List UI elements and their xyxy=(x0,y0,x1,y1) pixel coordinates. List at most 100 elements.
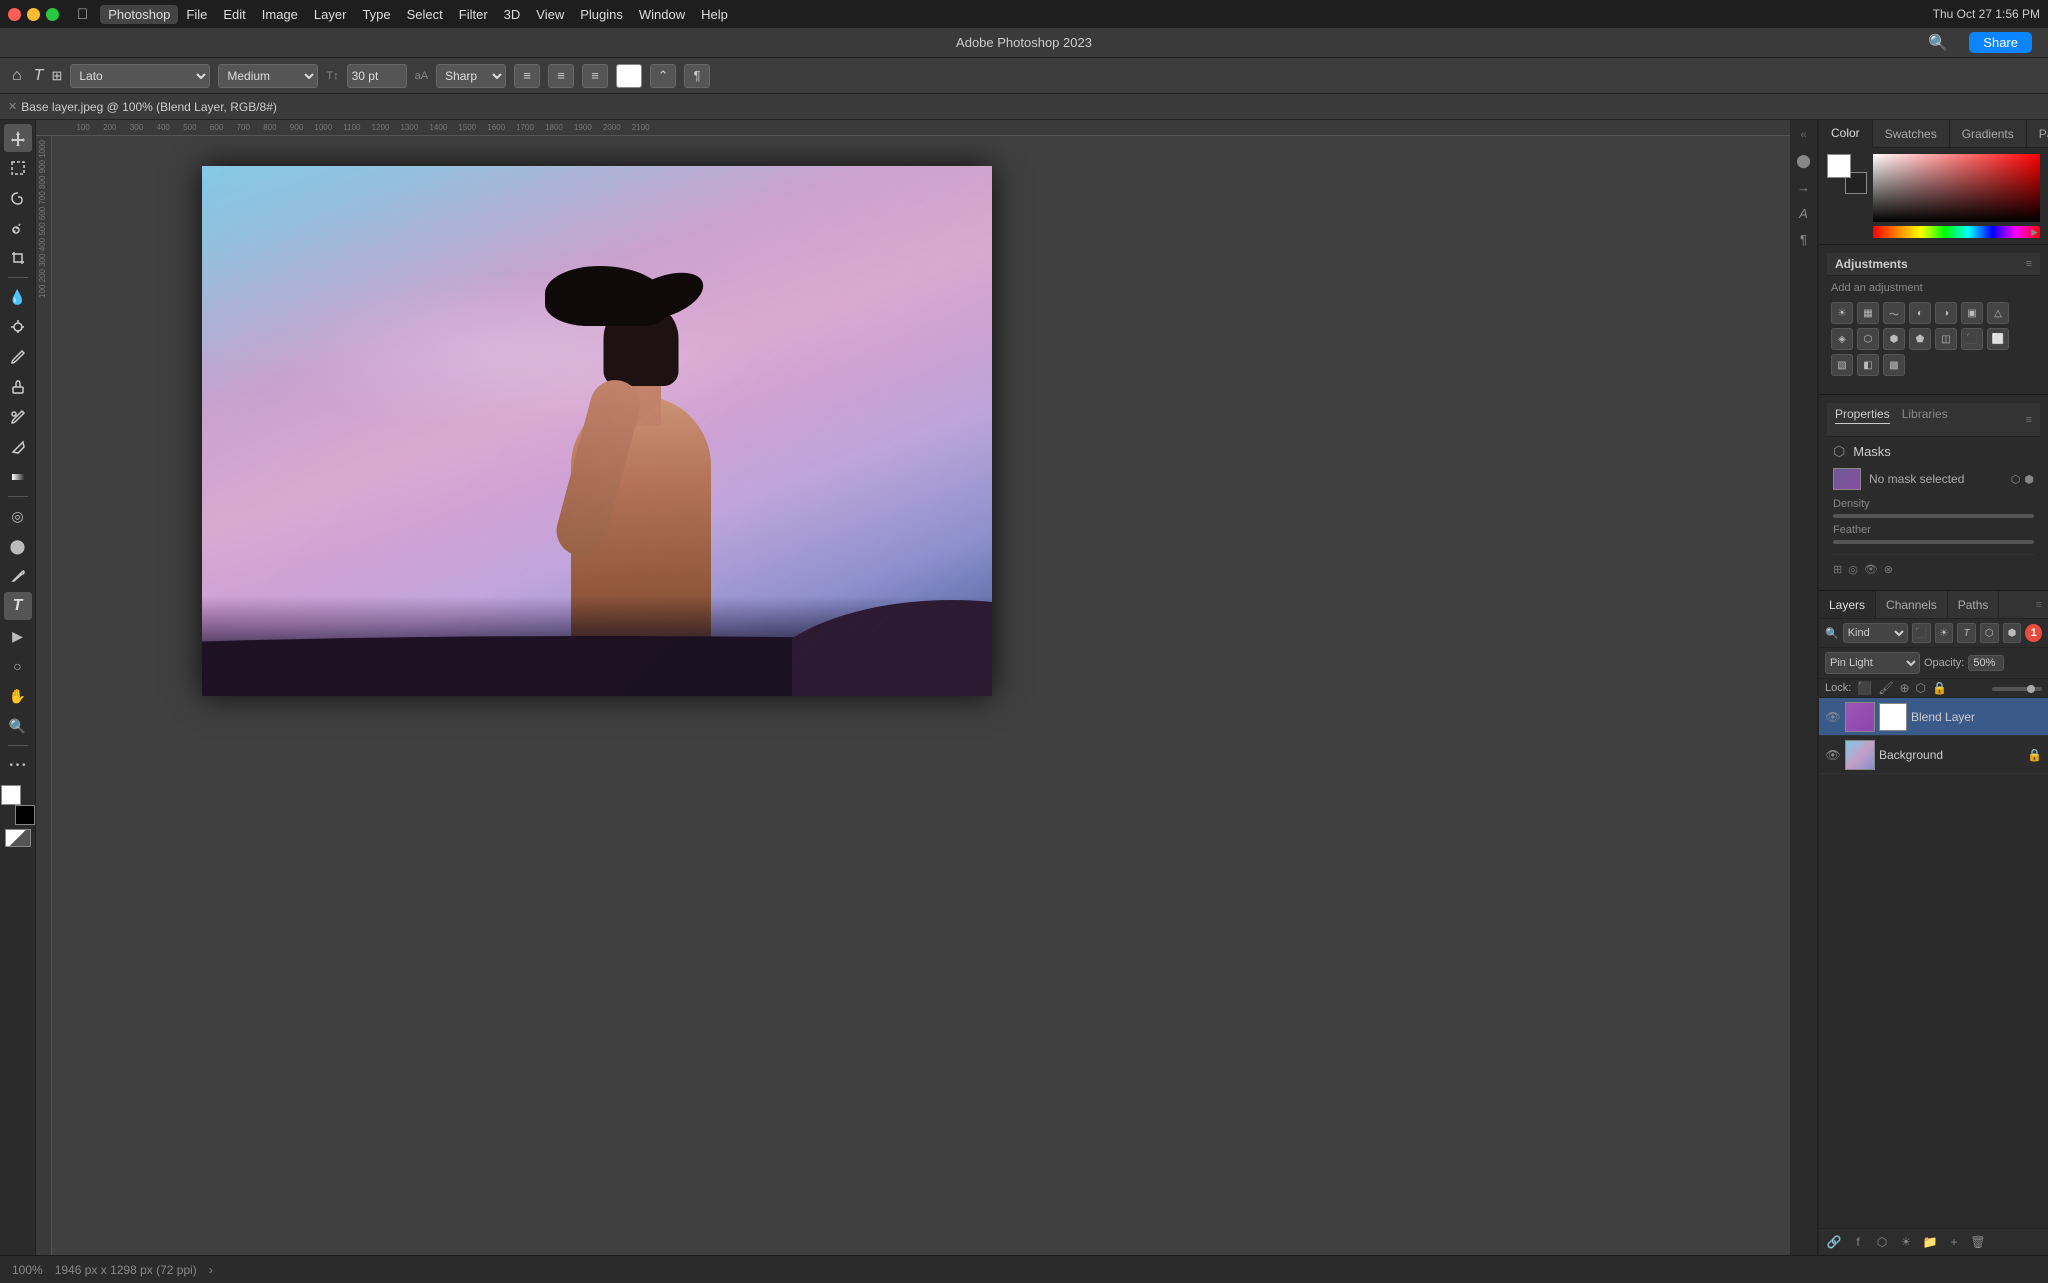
delete-layer-icon[interactable]: 🗑 xyxy=(1969,1233,1987,1251)
panel-vert-icon-4[interactable]: ¶ xyxy=(1793,228,1815,250)
hue-slider[interactable]: ▶ xyxy=(1873,226,2040,238)
layers-options-icon[interactable]: ≡ xyxy=(2030,591,2048,618)
healing-brush-tool[interactable] xyxy=(4,313,32,341)
new-adjustment-icon[interactable]: ☀ xyxy=(1897,1233,1915,1251)
antialiasing-select[interactable]: Sharp xyxy=(436,64,506,88)
tab-gradients[interactable]: Gradients xyxy=(1950,120,2027,147)
new-layer-icon[interactable]: + xyxy=(1945,1233,1963,1251)
tab-layers[interactable]: Layers xyxy=(1819,591,1876,618)
adj-photo-filter[interactable]: ⬡ xyxy=(1857,328,1879,350)
menu-3d[interactable]: 3D xyxy=(496,5,529,24)
tab-swatches[interactable]: Swatches xyxy=(1873,120,1950,147)
status-arrow[interactable]: › xyxy=(209,1263,213,1277)
menu-plugins[interactable]: Plugins xyxy=(572,5,631,24)
search-icon[interactable]: 🔍 xyxy=(1928,33,1948,53)
eraser-tool[interactable] xyxy=(4,433,32,461)
tab-patterns[interactable]: Patterns xyxy=(2027,120,2048,147)
layer-visibility-background[interactable]: 👁 xyxy=(1825,747,1841,763)
panel-collapse-icon[interactable]: « xyxy=(1793,124,1815,146)
color-picker[interactable] xyxy=(1873,154,2040,222)
adj-selective-color[interactable]: ◧ xyxy=(1857,354,1879,376)
type-options-icon[interactable]: ⊞ xyxy=(51,68,62,84)
font-size-input[interactable] xyxy=(347,64,407,88)
menu-view[interactable]: View xyxy=(528,5,572,24)
font-weight-select[interactable]: Medium xyxy=(218,64,318,88)
home-icon[interactable]: ⌂ xyxy=(8,65,26,87)
tab-close-button[interactable]: ✕ xyxy=(8,100,17,113)
adj-gradient-map[interactable]: ▧ xyxy=(1831,354,1853,376)
text-color-swatch[interactable] xyxy=(616,64,642,88)
prop-icon-4[interactable]: ⊗ xyxy=(1884,563,1893,576)
type-tool-icon[interactable]: T xyxy=(34,67,44,85)
menu-type[interactable]: Type xyxy=(354,5,398,24)
fg-color-swatch[interactable] xyxy=(1827,154,1851,178)
adj-color-lookup[interactable]: ⬟ xyxy=(1909,328,1931,350)
zoom-tool[interactable]: 🔍 xyxy=(4,712,32,740)
prop-icon-3[interactable]: 👁 xyxy=(1864,563,1878,576)
adj-curves[interactable]: 〜 xyxy=(1883,302,1905,324)
menu-help[interactable]: Help xyxy=(693,5,736,24)
hand-tool[interactable]: ✋ xyxy=(4,682,32,710)
layers-filter-smartobj[interactable]: ⬢ xyxy=(2003,623,2022,643)
pen-tool[interactable] xyxy=(4,562,32,590)
layer-item-background[interactable]: 👁 Background 🔒 xyxy=(1819,736,2048,774)
adj-hue[interactable]: ▣ xyxy=(1961,302,1983,324)
marquee-tool[interactable] xyxy=(4,154,32,182)
path-selection-tool[interactable]: ▶ xyxy=(4,622,32,650)
lasso-tool[interactable] xyxy=(4,184,32,212)
shape-tool[interactable]: ○ xyxy=(4,652,32,680)
adj-threshold[interactable]: ⬜ xyxy=(1987,328,2009,350)
opacity-input[interactable] xyxy=(1968,655,2004,671)
menu-image[interactable]: Image xyxy=(254,5,306,24)
layer-effects-icon[interactable]: f xyxy=(1849,1233,1867,1251)
panel-vert-icon-3[interactable]: A xyxy=(1793,202,1815,224)
layers-filter-select[interactable]: Kind xyxy=(1843,623,1908,643)
adj-color-balance[interactable]: △ xyxy=(1987,302,2009,324)
layer-item-blend[interactable]: 👁 Blend Layer xyxy=(1819,698,2048,736)
add-vector-mask-icon[interactable]: ⬢ xyxy=(2024,473,2034,486)
add-mask-icon[interactable]: ⬡ xyxy=(1873,1233,1891,1251)
minimize-button[interactable] xyxy=(27,8,40,21)
extra-tools[interactable]: • • • xyxy=(4,751,32,779)
menu-edit[interactable]: Edit xyxy=(215,5,253,24)
adj-channel-mixer[interactable]: ⬢ xyxy=(1883,328,1905,350)
new-group-icon[interactable]: 📁 xyxy=(1921,1233,1939,1251)
dodge-tool[interactable]: ⬤ xyxy=(4,532,32,560)
adj-bw[interactable]: ◈ xyxy=(1831,328,1853,350)
font-family-select[interactable]: Lato xyxy=(70,64,210,88)
fill-bar[interactable] xyxy=(1992,687,2042,691)
menu-layer[interactable]: Layer xyxy=(306,5,355,24)
blend-mode-select[interactable]: Pin Light xyxy=(1825,652,1920,674)
history-brush-tool[interactable] xyxy=(4,403,32,431)
prop-icon-2[interactable]: ◎ xyxy=(1848,563,1858,576)
background-color-swatch[interactable] xyxy=(15,805,35,825)
char-paragraph-panel-button[interactable]: ¶ xyxy=(684,64,710,88)
prop-icon-1[interactable]: ⊞ xyxy=(1833,563,1842,576)
layers-filter-adjustment[interactable]: ☀ xyxy=(1935,623,1954,643)
adjustments-options-icon[interactable]: ≡ xyxy=(2026,258,2032,270)
layers-filter-type[interactable]: T xyxy=(1957,623,1976,643)
tab-paths[interactable]: Paths xyxy=(1948,591,2000,618)
adj-posterize[interactable]: ⬛ xyxy=(1961,328,1983,350)
document-tab[interactable]: Base layer.jpeg @ 100% (Blend Layer, RGB… xyxy=(21,100,277,114)
close-button[interactable] xyxy=(8,8,21,21)
menu-file[interactable]: File xyxy=(178,5,215,24)
tab-channels[interactable]: Channels xyxy=(1876,591,1948,618)
panel-vert-icon-2[interactable]: → xyxy=(1793,176,1815,198)
foreground-color-swatch[interactable] xyxy=(1,785,21,805)
share-button[interactable]: Share xyxy=(1969,32,2032,53)
blur-tool[interactable]: ◎ xyxy=(4,502,32,530)
adj-exposure[interactable]: ◐ xyxy=(1909,302,1931,324)
tab-color[interactable]: Color xyxy=(1819,120,1873,148)
adj-brightness[interactable]: ☀ xyxy=(1831,302,1853,324)
eyedropper-tool[interactable]: 💧 xyxy=(4,283,32,311)
layers-filter-pixel[interactable]: ⬛ xyxy=(1912,623,1931,643)
quick-mask-button[interactable] xyxy=(5,829,31,847)
adj-levels[interactable]: ▦ xyxy=(1857,302,1879,324)
lock-transparent-pixels[interactable]: ⬛ xyxy=(1857,681,1872,695)
lock-image-pixels[interactable]: 🖌 xyxy=(1878,681,1893,695)
add-link-icon[interactable]: 🔗 xyxy=(1825,1233,1843,1251)
layer-visibility-blend[interactable]: 👁 xyxy=(1825,709,1841,725)
feather-slider[interactable] xyxy=(1833,540,2034,544)
menu-photoshop[interactable]: Photoshop xyxy=(100,5,178,24)
